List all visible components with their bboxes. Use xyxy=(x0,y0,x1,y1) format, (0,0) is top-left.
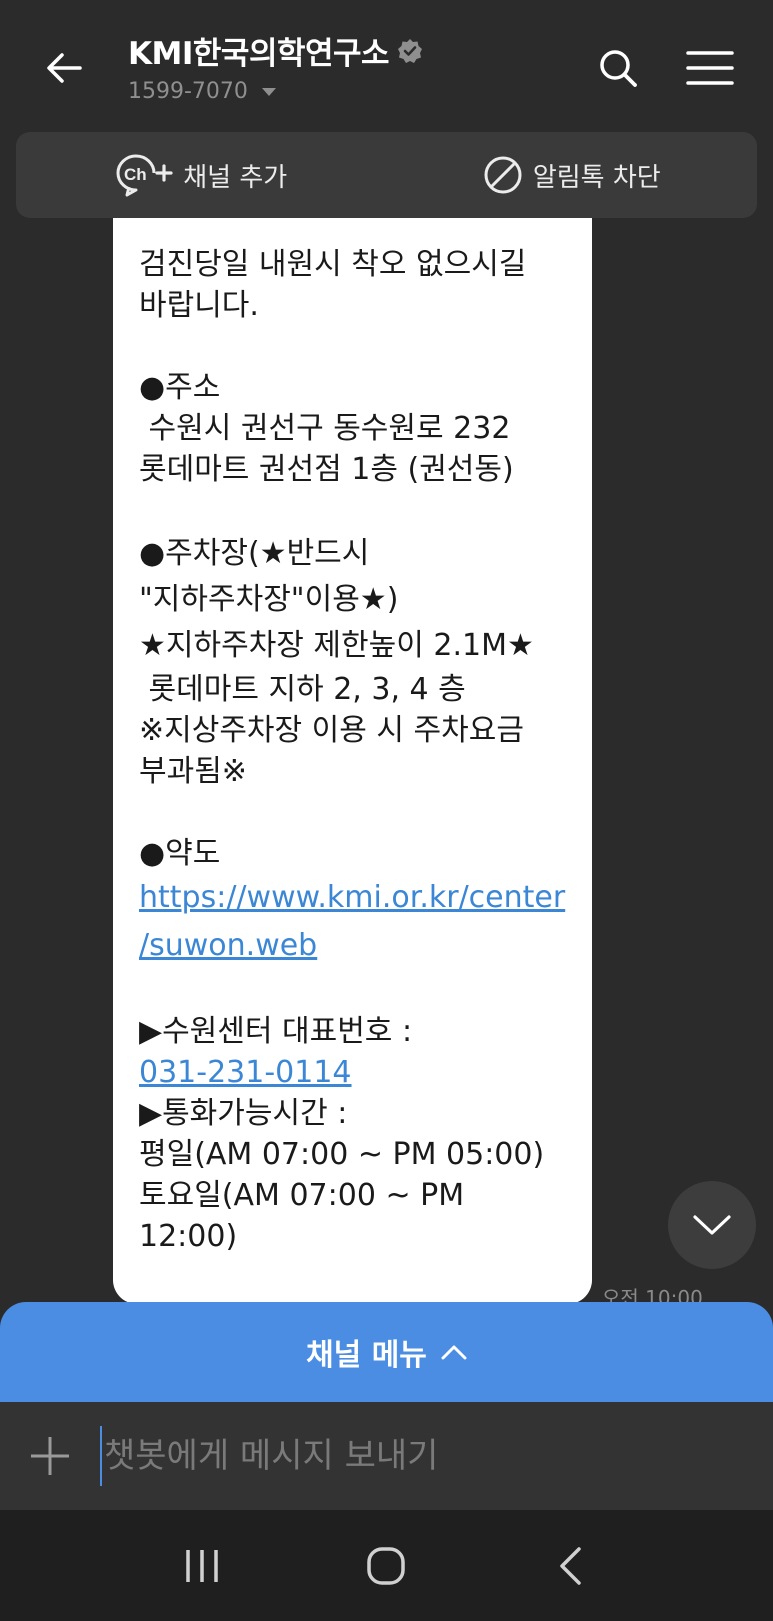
map-link[interactable]: https://www.kmi.or.kr/center xyxy=(139,874,579,922)
center-phone-link[interactable]: 031-231-0114 xyxy=(139,1052,579,1093)
hours-label: ▶통화가능시간 : xyxy=(139,1096,348,1131)
address-heading: ●주소 xyxy=(139,370,221,405)
home-icon xyxy=(367,1546,406,1585)
channel-title: KMI한국의학연구소 xyxy=(128,36,390,72)
parking-line: 롯데마트 지하 2, 3, 4 층 xyxy=(139,672,466,707)
back-arrow-icon xyxy=(47,53,82,83)
chevron-down-icon xyxy=(693,1215,731,1235)
system-nav-bar xyxy=(0,1510,773,1621)
svg-text:Ch: Ch xyxy=(124,165,147,184)
map-heading: ●약도 xyxy=(139,836,221,871)
chevron-up-icon xyxy=(441,1345,467,1360)
hours-line: 12:00) xyxy=(139,1219,238,1254)
home-button[interactable] xyxy=(351,1531,421,1601)
channel-menu-label: 채널 메뉴 xyxy=(306,1338,427,1373)
channel-action-bar: Ch 채널 추가 알림톡 차단 xyxy=(16,132,757,218)
hamburger-menu-icon xyxy=(686,51,734,85)
verified-badge-icon xyxy=(397,38,423,64)
search-button[interactable] xyxy=(592,42,644,94)
plus-icon xyxy=(31,1437,69,1475)
chat-header: KMI한국의학연구소 1599-7070 xyxy=(0,0,773,130)
parking-heading: ●주차장(★반드시 xyxy=(139,536,370,571)
message-text: 검진당일 내원시 착오 없으시길 바랍니다. ●주소 수원시 권선구 동수원로 … xyxy=(139,244,579,1257)
back-button[interactable] xyxy=(36,40,92,96)
message-input[interactable] xyxy=(100,1426,773,1486)
channel-add-icon: Ch xyxy=(115,153,173,197)
search-icon xyxy=(600,50,637,87)
attach-button[interactable] xyxy=(0,1402,100,1510)
address-line: 수원시 권선구 동수원로 232 xyxy=(139,411,511,446)
add-channel-label: 채널 추가 xyxy=(183,162,288,193)
parking-line: ※지상주차장 이용 시 주차요금 xyxy=(139,713,524,748)
center-phone-label: ▶수원센터 대표번호 : xyxy=(139,1014,413,1049)
hours-line: 평일(AM 07:00 ~ PM 05:00) xyxy=(139,1137,545,1172)
block-alimtalk-label: 알림톡 차단 xyxy=(532,162,661,193)
back-nav-button[interactable] xyxy=(536,1531,606,1601)
chevron-down-icon xyxy=(261,87,276,97)
recent-apps-icon xyxy=(186,1549,218,1582)
parking-line: ★지하주차장 제한높이 2.1M★ xyxy=(139,628,534,663)
channel-info: KMI한국의학연구소 1599-7070 xyxy=(128,28,423,104)
message-bubble: 검진당일 내원시 착오 없으시길 바랍니다. ●주소 수원시 권선구 동수원로 … xyxy=(113,200,592,1304)
address-line: 롯데마트 권선점 1층 (권선동) xyxy=(139,452,514,487)
map-link-cont[interactable]: /suwon.web xyxy=(139,922,579,970)
block-alimtalk-button[interactable]: 알림톡 차단 xyxy=(387,132,758,218)
scroll-to-bottom-button[interactable] xyxy=(668,1181,756,1269)
hours-line: 토요일(AM 07:00 ~ PM xyxy=(139,1178,465,1213)
chat-screen: KMI한국의학연구소 1599-7070 Ch 채널 추가 알림톡 차단 검진당… xyxy=(0,0,773,1621)
menu-button[interactable] xyxy=(682,42,738,94)
add-channel-button[interactable]: Ch 채널 추가 xyxy=(16,132,387,218)
parking-heading-cont: "지하주차장"이용★) xyxy=(139,582,399,617)
channel-phone: 1599-7070 xyxy=(128,79,248,104)
message-line: 검진당일 내원시 착오 없으시길 xyxy=(139,247,527,282)
recent-apps-button[interactable] xyxy=(167,1531,237,1601)
channel-menu-button[interactable]: 채널 메뉴 xyxy=(0,1302,773,1402)
parking-line: 부과됨※ xyxy=(139,754,247,789)
phone-dropdown[interactable]: 1599-7070 xyxy=(128,79,423,104)
back-nav-icon xyxy=(560,1546,581,1585)
message-line: 바랍니다. xyxy=(139,288,259,323)
block-icon xyxy=(483,155,523,195)
message-input-bar xyxy=(0,1402,773,1510)
